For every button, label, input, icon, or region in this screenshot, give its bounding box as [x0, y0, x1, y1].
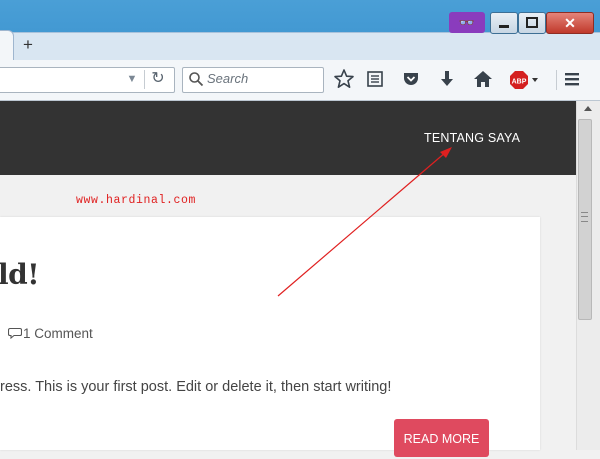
bookmarks-list-icon[interactable]	[364, 68, 386, 90]
comment-count: 1 Comment	[23, 326, 93, 341]
chevron-down-icon[interactable]	[530, 70, 540, 90]
search-icon	[188, 71, 204, 87]
downloads-icon[interactable]	[436, 68, 458, 90]
maximize-button[interactable]	[518, 12, 546, 34]
reload-icon[interactable]: ↻	[149, 70, 167, 88]
bookmark-star-icon[interactable]	[333, 68, 355, 90]
watermark-url: www.hardinal.com	[76, 194, 197, 207]
scroll-up-arrow-icon[interactable]	[576, 101, 600, 117]
post-title[interactable]: ld!	[0, 258, 40, 291]
svg-text:ABP: ABP	[512, 79, 527, 86]
minimize-button[interactable]	[490, 12, 518, 34]
home-icon[interactable]	[472, 68, 494, 90]
nav-link-tentang-saya[interactable]: TENTANG SAYA	[424, 131, 520, 145]
active-tab[interactable]	[0, 30, 14, 61]
maximize-icon	[526, 17, 538, 28]
close-window-button[interactable]: ✕	[546, 12, 594, 34]
search-placeholder: Search	[207, 71, 249, 86]
new-tab-button[interactable]: +	[19, 36, 37, 54]
comment-icon	[7, 326, 23, 341]
url-dropdown-icon[interactable]: ▼	[125, 70, 139, 88]
url-bar-divider	[144, 70, 145, 89]
toolbar-divider	[556, 70, 557, 90]
adblock-plus-icon[interactable]: ABP	[509, 70, 529, 90]
read-more-button[interactable]: READ MORE	[394, 419, 489, 457]
pocket-icon[interactable]	[400, 68, 422, 90]
private-browsing-icon: 👓	[449, 12, 485, 33]
tab-strip	[0, 32, 600, 61]
scrollbar-grip-icon	[581, 212, 588, 222]
post-excerpt: ress. This is your first post. Edit or d…	[0, 379, 392, 395]
comment-link[interactable]: 1 Comment	[7, 326, 93, 341]
minimize-icon	[499, 25, 509, 28]
hamburger-menu-icon[interactable]	[561, 68, 583, 90]
